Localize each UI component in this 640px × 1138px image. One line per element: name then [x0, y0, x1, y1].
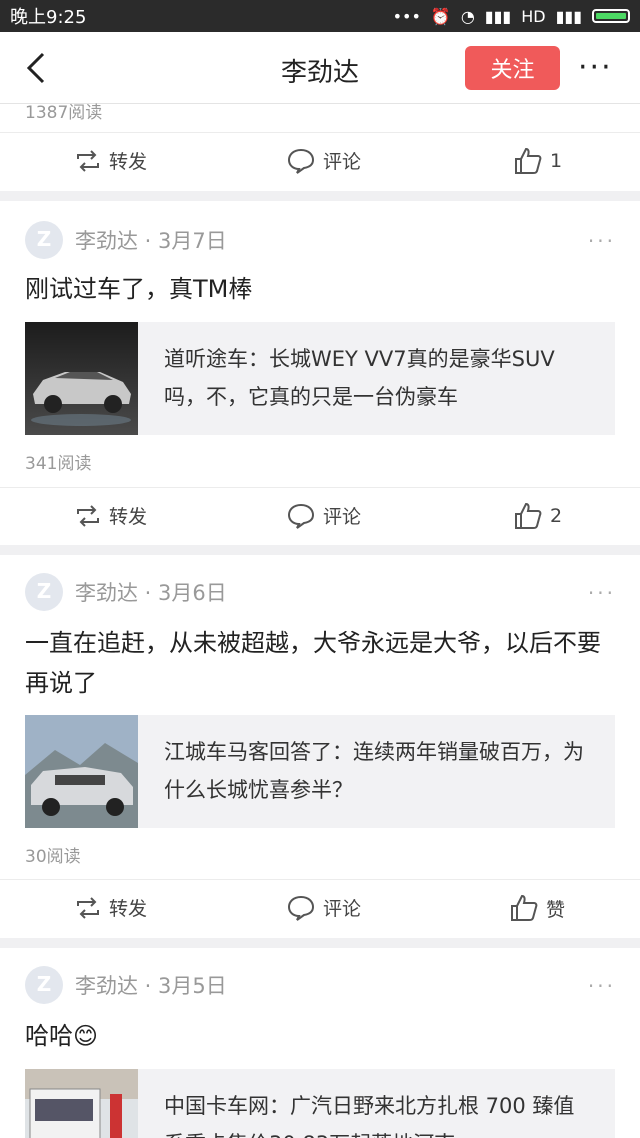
post-card-partial: 1387阅读 转发 评论 1	[0, 103, 640, 191]
read-count: 341阅读	[25, 454, 92, 474]
status-bar: 晚上9:25 ••• ⏰ ◔ ▮▮▮ HD ▮▮▮	[0, 0, 640, 32]
avatar[interactable]	[25, 966, 63, 1004]
thumbs-up-icon	[511, 894, 538, 921]
linked-article[interactable]: 江城车马客回答了：连续两年销量破百万，为什么长城忧喜参半？	[25, 715, 615, 828]
battery-icon	[592, 9, 630, 23]
forward-icon	[77, 504, 99, 527]
author-date: 李劲达 · 3月7日	[75, 229, 227, 253]
linked-article[interactable]: 道听途车：长城WEY VV7真的是豪华SUV吗，不，它真的只是一台伪豪车	[25, 322, 615, 435]
comment-button[interactable]: 评论	[287, 502, 361, 529]
article-title: 道听途车：长城WEY VV7真的是豪华SUV吗，不，它真的只是一台伪豪车	[164, 347, 555, 409]
article-thumbnail-suv	[25, 322, 138, 435]
post-card: 李劲达 · 3月6日 ··· 一直在追赶，从未被超越，大爷永远是大爷，以后不要再…	[0, 555, 640, 938]
alarm-icon: ⏰	[430, 6, 451, 26]
comment-button[interactable]: 评论	[287, 147, 361, 174]
post-more-icon[interactable]: ···	[588, 581, 616, 605]
like-button[interactable]: 1	[514, 147, 562, 175]
more-options-icon[interactable]: ···	[578, 50, 613, 85]
article-title: 江城车马客回答了：连续两年销量破百万，为什么长城忧喜参半？	[164, 740, 584, 802]
post-text: 刚试过车了，真TM棒	[25, 275, 253, 303]
thumbs-up-icon	[515, 502, 542, 529]
forward-button[interactable]: 转发	[75, 894, 147, 921]
article-title: 中国卡车网：广汽日野来北方扎根 700 臻值系重卡售价30.83万起落地河南	[164, 1094, 575, 1138]
read-count: 1387阅读	[25, 103, 103, 123]
read-count: 30阅读	[25, 847, 81, 867]
signal-icon-2: ▮▮▮	[555, 6, 582, 26]
thumbs-up-icon	[515, 147, 542, 174]
article-thumbnail-truck	[25, 1069, 138, 1138]
author-date: 李劲达 · 3月6日	[75, 581, 227, 605]
like-button[interactable]: 2	[514, 502, 562, 530]
network-type: HD	[521, 6, 546, 26]
more-status-icon: •••	[392, 6, 421, 26]
avatar[interactable]	[25, 573, 63, 611]
wifi-icon: ◔	[460, 6, 475, 26]
post-more-icon[interactable]: ···	[588, 229, 616, 253]
linked-article[interactable]: 中国卡车网：广汽日野来北方扎根 700 臻值系重卡售价30.83万起落地河南	[25, 1069, 615, 1138]
avatar[interactable]	[25, 221, 63, 259]
post-card: 李劲达 · 3月7日 ··· 刚试过车了，真TM棒 道听途车：长城WEY VV7…	[0, 201, 640, 545]
separator	[0, 938, 640, 948]
forward-button[interactable]: 转发	[75, 147, 147, 174]
forward-button[interactable]: 转发	[75, 502, 147, 529]
comment-icon	[287, 503, 315, 529]
post-actions: 转发 评论 赞	[0, 879, 640, 938]
post-text: 哈哈😊	[25, 1022, 99, 1050]
post-actions: 转发 评论 1	[0, 132, 640, 191]
like-button[interactable]: 赞	[510, 894, 565, 922]
signal-icon: ▮▮▮	[484, 6, 512, 26]
post-actions: 转发 评论 2	[0, 487, 640, 546]
article-thumbnail-pickup	[25, 715, 138, 828]
comment-button[interactable]: 评论	[287, 894, 361, 921]
separator	[0, 545, 640, 555]
separator	[0, 191, 640, 201]
forward-icon	[77, 149, 99, 172]
post-text: 一直在追赶，从未被超越，大爷永远是大爷，以后不要再说了	[25, 629, 601, 697]
post-card: 李劲达 · 3月5日 ··· 哈哈😊 中国卡车网：广汽日野来北方扎根 700 臻…	[0, 948, 640, 1138]
post-more-icon[interactable]: ···	[588, 974, 616, 998]
top-navigation-bar: 李劲达 关注 ···	[0, 32, 640, 104]
status-time: 晚上9:25	[10, 7, 87, 28]
comment-icon	[287, 148, 315, 174]
forward-icon	[77, 896, 99, 919]
author-date: 李劲达 · 3月5日	[75, 974, 227, 998]
follow-button[interactable]: 关注	[465, 46, 560, 90]
comment-icon	[287, 895, 315, 921]
